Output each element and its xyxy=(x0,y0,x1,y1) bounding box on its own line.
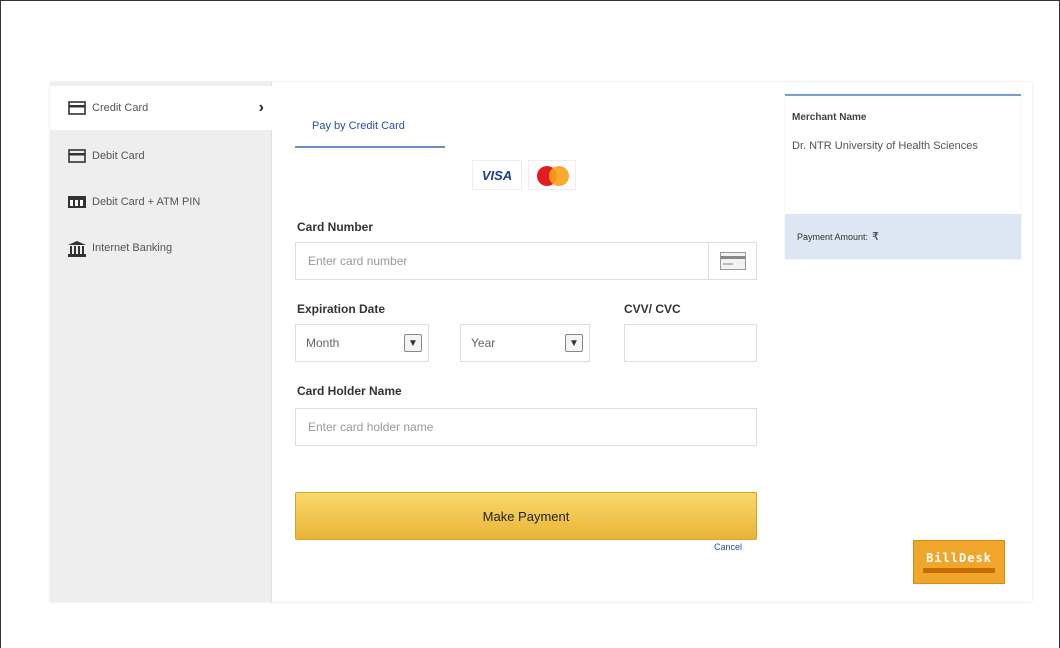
expiry-month-select[interactable]: Month ▼ xyxy=(295,324,429,362)
atm-card-icon xyxy=(68,195,86,209)
tab-pay-by-credit-card[interactable]: Pay by Credit Card xyxy=(295,112,445,148)
billdesk-logo: BillDesk xyxy=(913,540,1005,584)
visa-logo: VISA xyxy=(472,160,522,190)
make-payment-button[interactable]: Make Payment xyxy=(295,492,757,540)
billdesk-logo-text: BillDesk xyxy=(926,551,992,565)
payment-amount-label: Payment Amount: xyxy=(797,231,869,242)
payment-method-sidebar: Credit Card › Debit Card Debit Card + AT… xyxy=(50,82,272,602)
card-number-placeholder: Enter card number xyxy=(308,254,408,268)
card-number-label: Card Number xyxy=(297,220,374,234)
cvv-label: CVV/ CVC xyxy=(624,302,681,316)
payment-amount-bar: Payment Amount: ₹ xyxy=(785,214,1021,259)
sidebar-item-debit-atm-pin[interactable]: Debit Card + ATM PIN xyxy=(50,180,272,224)
sidebar-item-internet-banking[interactable]: Internet Banking xyxy=(50,226,272,270)
sidebar-item-label: Debit Card + ATM PIN xyxy=(92,196,201,208)
card-number-input[interactable]: Enter card number xyxy=(295,242,757,280)
chevron-down-icon: ▼ xyxy=(565,334,583,352)
bank-icon xyxy=(68,241,86,257)
expiration-date-label: Expiration Date xyxy=(297,302,386,316)
expiry-month-value: Month xyxy=(306,336,340,350)
mastercard-logo xyxy=(528,160,576,190)
merchant-name: Dr. NTR University of Health Sciences xyxy=(792,140,978,152)
card-holder-label: Card Holder Name xyxy=(297,384,402,398)
card-logos: VISA xyxy=(472,160,576,190)
sidebar-item-credit-card[interactable]: Credit Card › xyxy=(50,86,272,130)
sidebar-item-label: Internet Banking xyxy=(92,242,173,254)
debit-card-icon xyxy=(68,149,86,163)
merchant-title: Merchant Name xyxy=(792,112,867,123)
payment-panel: Credit Card › Debit Card Debit Card + AT… xyxy=(50,82,1032,602)
sidebar-item-debit-card[interactable]: Debit Card xyxy=(50,134,272,178)
credit-card-icon xyxy=(68,101,86,115)
rupee-symbol: ₹ xyxy=(872,231,880,243)
chevron-down-icon: ▼ xyxy=(404,334,422,352)
card-type-icon xyxy=(708,243,756,279)
expiry-year-select[interactable]: Year ▼ xyxy=(460,324,590,362)
sidebar-item-label: Credit Card xyxy=(92,102,149,114)
card-holder-input[interactable]: Enter card holder name xyxy=(295,408,757,446)
cvv-input[interactable] xyxy=(624,324,757,362)
cancel-link[interactable]: Cancel xyxy=(714,542,742,552)
sidebar-item-label: Debit Card xyxy=(92,150,145,162)
card-holder-placeholder: Enter card holder name xyxy=(308,420,434,434)
merchant-info-box: Merchant Name Dr. NTR University of Heal… xyxy=(785,94,1021,259)
chevron-right-icon: › xyxy=(258,99,264,116)
expiry-year-value: Year xyxy=(471,336,496,350)
